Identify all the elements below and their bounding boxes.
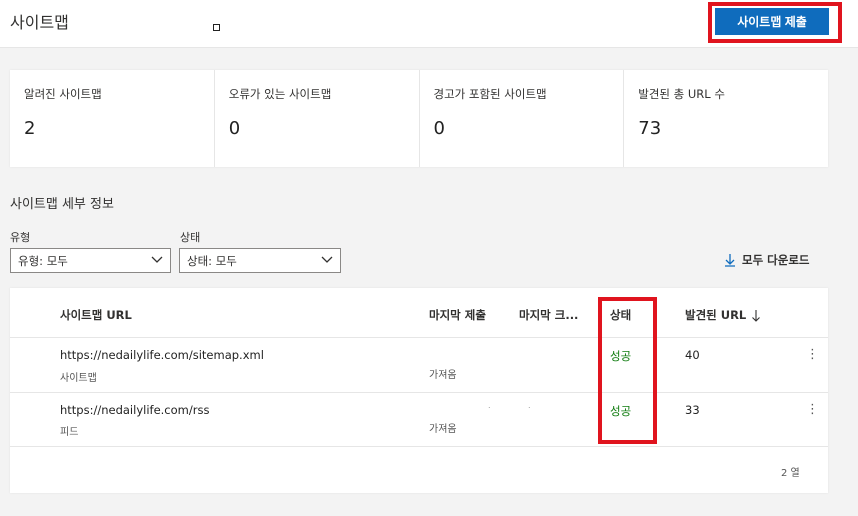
- stat-error-sitemaps: 오류가 있는 사이트맵 0: [215, 70, 420, 167]
- row-2-discovered: 33: [685, 403, 700, 417]
- column-header-last-crawled[interactable]: 마지막 크...: [519, 307, 578, 323]
- page-title: 사이트맵: [10, 13, 69, 32]
- cursor-marker: [213, 24, 220, 31]
- type-filter-value: 유형: 모두: [18, 253, 68, 268]
- column-header-url[interactable]: 사이트맵 URL: [60, 307, 132, 323]
- row-1-more-icon[interactable]: ⋮: [806, 348, 819, 362]
- row-1-last-crawled: 가져옴: [429, 370, 457, 381]
- column-header-discovered-label: 발견된 URL: [685, 308, 747, 322]
- row-1-discovered: 40: [685, 348, 700, 362]
- submit-sitemap-button[interactable]: 사이트맵 제출: [715, 8, 829, 35]
- stat-label: 알려진 사이트맵: [24, 87, 102, 101]
- dot-mark: .: [488, 401, 491, 410]
- stat-warning-sitemaps: 경고가 포함된 사이트맵 0: [420, 70, 625, 167]
- download-icon: [725, 254, 735, 267]
- stat-value: 73: [638, 118, 662, 139]
- column-header-discovered[interactable]: 발견된 URL: [685, 307, 761, 323]
- row-divider: [10, 446, 828, 447]
- status-column-highlight: [598, 297, 657, 444]
- header-divider: [10, 337, 828, 338]
- stat-value: 0: [433, 118, 445, 139]
- dot-mark: .: [528, 401, 531, 410]
- sitemap-table: 사이트맵 URL 마지막 제출 마지막 크... 상태 발견된 URL http…: [10, 288, 828, 493]
- column-header-last-submitted[interactable]: 마지막 제출: [429, 307, 486, 323]
- type-filter-label: 유형: [10, 231, 31, 244]
- stat-value: 0: [228, 118, 241, 139]
- status-filter-value: 상태: 모두: [187, 253, 237, 268]
- download-all-label: 모두 다운로드: [742, 253, 810, 267]
- summary-stats: 알려진 사이트맵 2 오류가 있는 사이트맵 0 경고가 포함된 사이트맵 0 …: [10, 70, 828, 167]
- row-count: 2 열: [781, 468, 800, 479]
- stat-label: 발견된 총 URL 수: [638, 87, 725, 101]
- download-all-button[interactable]: 모두 다운로드: [724, 252, 809, 268]
- stat-label: 경고가 포함된 사이트맵: [433, 87, 547, 101]
- row-1-type: 사이트맵: [60, 373, 97, 384]
- status-filter-label: 상태: [180, 231, 201, 244]
- row-divider: [10, 392, 828, 393]
- chevron-down-icon: [321, 256, 333, 263]
- row-2-url[interactable]: https://nedailylife.com/rss: [60, 403, 209, 417]
- status-filter-select[interactable]: 상태: 모두: [179, 248, 341, 273]
- stat-value: 2: [24, 118, 36, 139]
- stat-label: 오류가 있는 사이트맵: [228, 87, 332, 101]
- top-bar: 사이트맵 사이트맵 제출: [0, 0, 858, 48]
- row-1-url[interactable]: https://nedailylife.com/sitemap.xml: [60, 348, 264, 362]
- row-2-type: 피드: [60, 427, 79, 438]
- stat-total-urls: 발견된 총 URL 수 73: [624, 70, 828, 167]
- chevron-down-icon: [151, 256, 163, 263]
- stat-known-sitemaps: 알려진 사이트맵 2: [10, 70, 215, 167]
- details-title: 사이트맵 세부 정보: [10, 197, 114, 212]
- row-2-last-crawled: 가져옴: [429, 424, 457, 435]
- row-2-more-icon[interactable]: ⋮: [806, 403, 819, 417]
- type-filter-select[interactable]: 유형: 모두: [10, 248, 171, 273]
- sort-down-icon: [752, 309, 761, 322]
